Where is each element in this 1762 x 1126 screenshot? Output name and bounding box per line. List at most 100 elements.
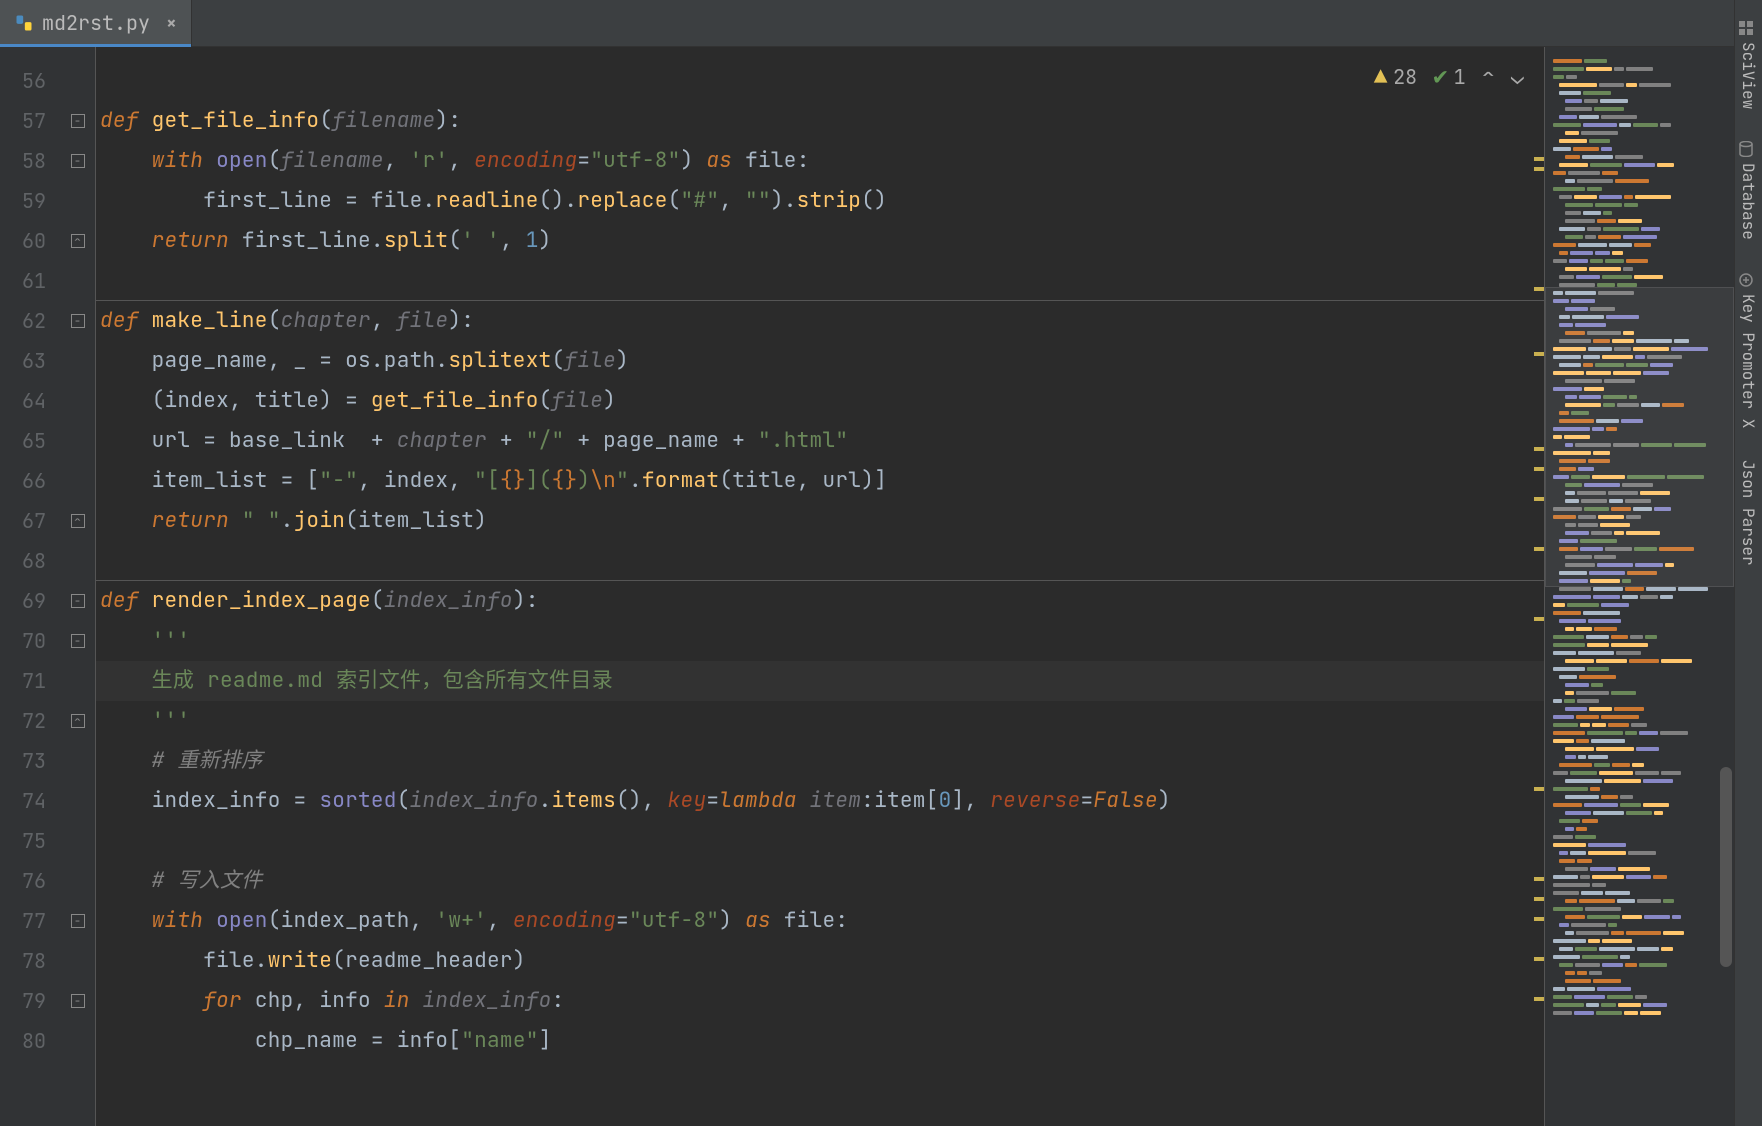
- line-number: 80: [0, 1021, 60, 1061]
- tool-label: SciView: [1738, 42, 1759, 109]
- code-line: index_info = sorted(index_info.items(), …: [96, 781, 1544, 821]
- code-line: with open(filename, 'r', encoding="utf-8…: [96, 141, 1544, 181]
- line-number: 78: [0, 941, 60, 981]
- minimap[interactable]: [1544, 47, 1734, 1126]
- python-file-icon: [14, 13, 34, 33]
- file-tab[interactable]: md2rst.py ×: [0, 0, 192, 46]
- code-line: ''': [96, 701, 1544, 741]
- inspection-bar: ▲ 28 ✔ 1 ⌃ ⌄: [1374, 61, 1524, 92]
- fold-cell: [60, 341, 95, 381]
- minimap-scrollbar[interactable]: [1720, 767, 1732, 967]
- fold-toggle-icon: ⌃: [71, 714, 85, 728]
- code-line: return " ".join(item_list): [96, 501, 1544, 541]
- fold-cell: [60, 861, 95, 901]
- tool-keypromoter[interactable]: Key Promoter X: [1736, 258, 1761, 442]
- line-number: 59: [0, 181, 60, 221]
- fold-cell[interactable]: −: [60, 101, 95, 141]
- line-number: 66: [0, 461, 60, 501]
- right-tool-strip: SciView Database Key Promoter X Json Par…: [1734, 0, 1762, 1126]
- code-line: [96, 261, 1544, 301]
- grid-icon: [1741, 20, 1757, 36]
- fold-toggle-icon: −: [71, 914, 85, 928]
- code-line: ''': [96, 621, 1544, 661]
- fold-cell: [60, 381, 95, 421]
- minimap-viewport[interactable]: [1545, 287, 1734, 587]
- line-number: 79: [0, 981, 60, 1021]
- fold-cell: [60, 261, 95, 301]
- fold-cell[interactable]: −: [60, 581, 95, 621]
- fold-cell: [60, 461, 95, 501]
- fold-toggle-icon: −: [71, 994, 85, 1008]
- fold-toggle-icon: −: [71, 634, 85, 648]
- line-number: 75: [0, 821, 60, 861]
- code-line: return first_line.split(' ', 1): [96, 221, 1544, 261]
- tool-label: Json Parser: [1738, 460, 1759, 566]
- fold-cell[interactable]: ⌃: [60, 221, 95, 261]
- code-line: with open(index_path, 'w+', encoding="ut…: [96, 901, 1544, 941]
- code-line: chp_name = info["name"]: [96, 1021, 1544, 1061]
- fold-cell[interactable]: −: [60, 141, 95, 181]
- line-number: 76: [0, 861, 60, 901]
- fold-toggle-icon: −: [71, 314, 85, 328]
- warning-indicator[interactable]: ▲ 28: [1374, 62, 1417, 91]
- line-number: 71: [0, 661, 60, 701]
- fold-cell: [60, 741, 95, 781]
- pass-indicator[interactable]: ✔ 1: [1433, 61, 1465, 92]
- tool-label: Key Promoter X: [1738, 294, 1759, 428]
- warning-icon: ▲: [1374, 62, 1387, 91]
- line-number: 60: [0, 221, 60, 261]
- tool-sciview[interactable]: SciView: [1736, 6, 1761, 123]
- code-line: def render_index_page(index_info):: [96, 581, 1544, 621]
- fold-cell: [60, 661, 95, 701]
- line-number: 73: [0, 741, 60, 781]
- fold-toggle-icon: ⌃: [71, 514, 85, 528]
- code-area[interactable]: def get_file_info(filename): with open(f…: [96, 47, 1544, 1126]
- fold-toggle-icon: −: [71, 154, 85, 168]
- fold-cell: [60, 781, 95, 821]
- tool-jsonparser[interactable]: Json Parser: [1736, 446, 1761, 580]
- line-number: 72: [0, 701, 60, 741]
- code-line: def make_line(chapter, file):: [96, 301, 1544, 341]
- tab-filename: md2rst.py: [42, 10, 150, 36]
- fold-toggle-icon: ⌃: [71, 234, 85, 248]
- fold-cell[interactable]: −: [60, 981, 95, 1021]
- fold-cell: [60, 61, 95, 101]
- fold-cell[interactable]: ⌃: [60, 701, 95, 741]
- warning-count: 28: [1393, 64, 1417, 90]
- minimap-marks: [1534, 47, 1544, 1126]
- check-icon: ✔: [1433, 61, 1447, 92]
- code-body: ▲ 28 ✔ 1 ⌃ ⌄ 565758596061626364656667686…: [0, 47, 1734, 1126]
- code-line: [96, 541, 1544, 581]
- pass-count: 1: [1454, 64, 1466, 90]
- fold-column: − − ⌃ − ⌃ − − ⌃ − −: [60, 47, 96, 1126]
- line-number: 77: [0, 901, 60, 941]
- line-number: 74: [0, 781, 60, 821]
- main-area: md2rst.py × ▲ 28 ✔ 1 ⌃ ⌄ 5657585: [0, 0, 1734, 1126]
- fold-cell[interactable]: −: [60, 901, 95, 941]
- code-line: # 写入文件: [96, 861, 1544, 901]
- fold-cell: [60, 821, 95, 861]
- code-line: item_list = ["-", index, "[{}]({})\n".fo…: [96, 461, 1544, 501]
- code-line: for chp, info in index_info:: [96, 981, 1544, 1021]
- code-line: [96, 821, 1544, 861]
- code-line-current: 生成 readme.md 索引文件，包含所有文件目录: [96, 661, 1544, 701]
- fold-cell: [60, 181, 95, 221]
- line-number: 67: [0, 501, 60, 541]
- line-number: 61: [0, 261, 60, 301]
- code-line: # 重新排序: [96, 741, 1544, 781]
- fold-cell[interactable]: −: [60, 301, 95, 341]
- fold-cell[interactable]: −: [60, 621, 95, 661]
- fold-toggle-icon: −: [71, 594, 85, 608]
- code-line: file.write(readme_header): [96, 941, 1544, 981]
- line-number: 56: [0, 61, 60, 101]
- code-line: page_name, _ = os.path.splitext(file): [96, 341, 1544, 381]
- key-icon: [1741, 272, 1757, 288]
- line-number: 69: [0, 581, 60, 621]
- fold-cell: [60, 1021, 95, 1061]
- prev-highlight-icon[interactable]: ⌃: [1482, 62, 1495, 91]
- next-highlight-icon[interactable]: ⌄: [1511, 62, 1524, 91]
- tab-close-icon[interactable]: ×: [166, 12, 177, 35]
- tool-database[interactable]: Database: [1736, 127, 1761, 254]
- fold-toggle-icon: −: [71, 114, 85, 128]
- fold-cell[interactable]: ⌃: [60, 501, 95, 541]
